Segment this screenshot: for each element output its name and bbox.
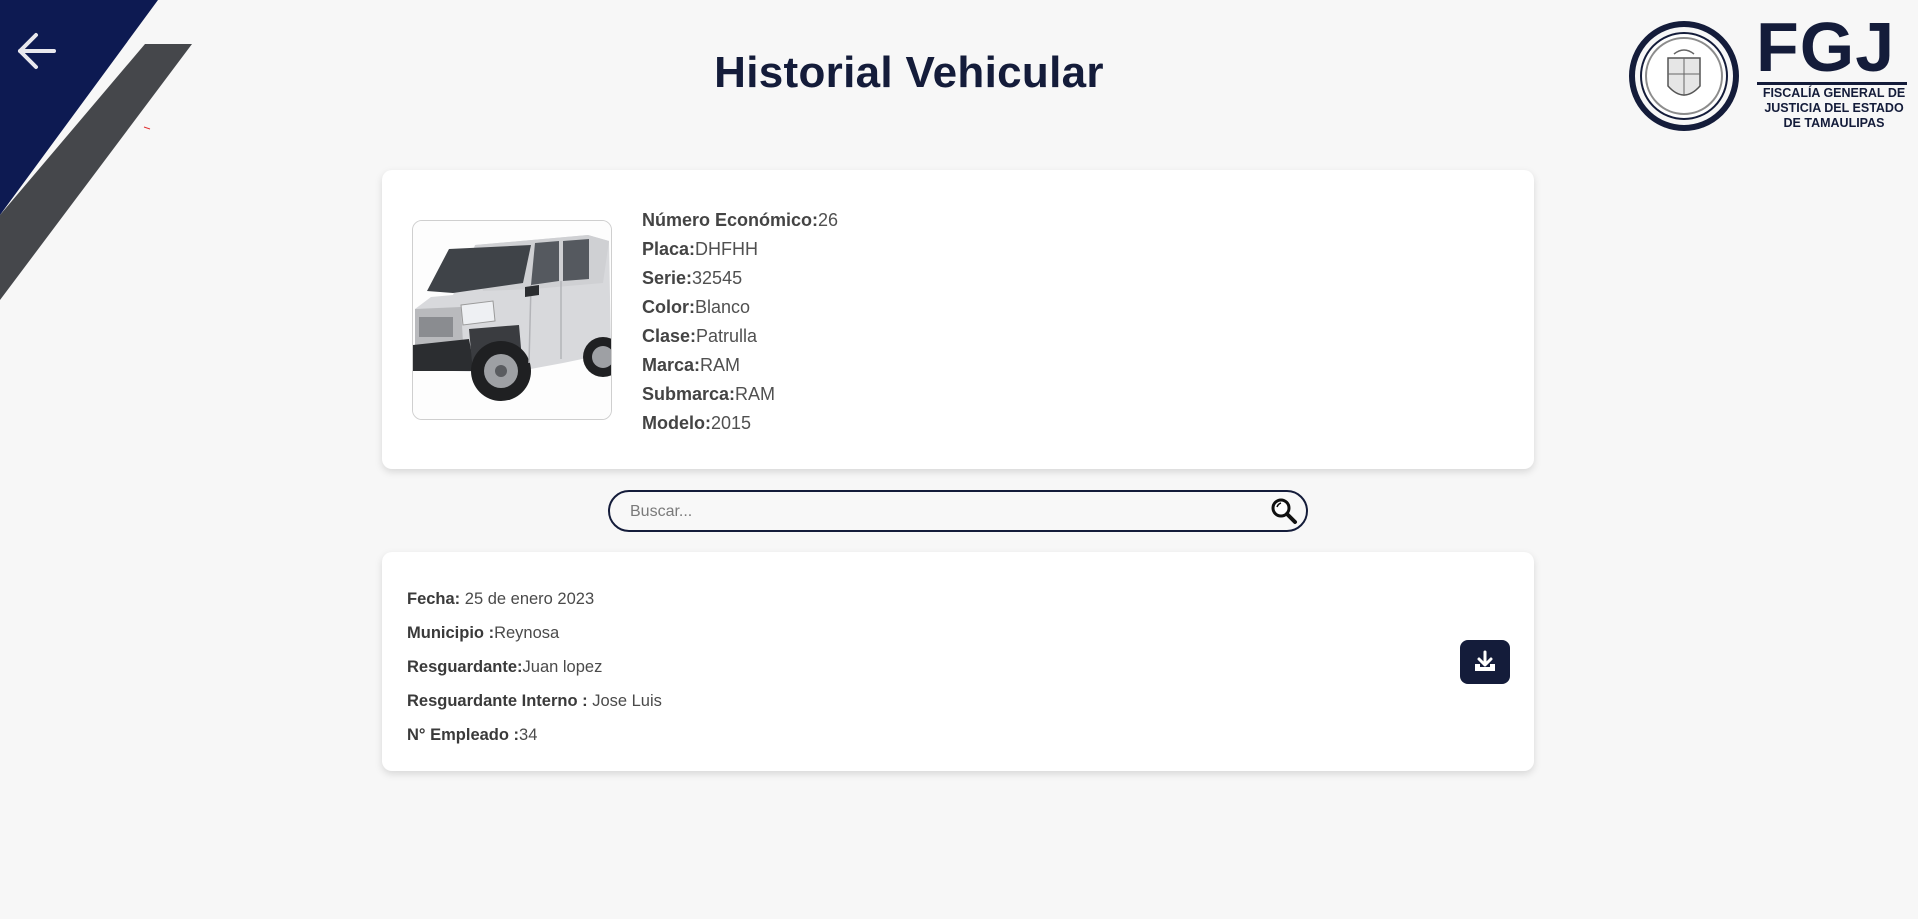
page-title: Historial Vehicular — [714, 48, 1104, 97]
vehicle-details: Número Económico:26 Placa:DHFHH Serie:32… — [642, 206, 838, 438]
search-input[interactable] — [628, 494, 1232, 530]
logo-subtitle-line: FISCALÍA GENERAL DE — [1762, 86, 1906, 100]
detail-serie: Serie:32545 — [642, 264, 838, 293]
record-value: 34 — [519, 726, 538, 744]
pickup-truck-image — [413, 221, 611, 419]
record-label: Resguardante Interno : — [407, 692, 588, 710]
history-record: Fecha: 25 de enero 2023 Municipio :Reyno… — [407, 582, 662, 752]
search-icon — [1271, 498, 1297, 524]
logo-subtitle-line: JUSTICIA DEL ESTADO — [1764, 101, 1904, 115]
detail-value: RAM — [735, 384, 776, 404]
detail-value: Patrulla — [696, 326, 758, 346]
detail-marca: Marca:RAM — [642, 351, 838, 380]
detail-value: DHFHH — [695, 239, 759, 259]
detail-label: Marca: — [642, 355, 701, 375]
logo-subtitle-line: DE TAMAULIPAS — [1783, 116, 1885, 130]
record-fecha: Fecha: 25 de enero 2023 — [407, 582, 662, 616]
fgj-logo: FGJ FISCALÍA GENERAL DE JUSTICIA DEL EST… — [1628, 12, 1910, 133]
record-label: Resguardante: — [407, 658, 523, 676]
detail-value: 2015 — [711, 413, 752, 433]
detail-value: Blanco — [695, 297, 751, 317]
vehicle-info-card: Número Económico:26 Placa:DHFHH Serie:32… — [382, 170, 1534, 469]
detail-value: 32545 — [692, 268, 743, 288]
detail-modelo: Modelo:2015 — [642, 409, 838, 438]
detail-value: 26 — [818, 210, 839, 230]
detail-label: Submarca: — [642, 384, 736, 404]
detail-label: Número Económico: — [642, 210, 819, 230]
logo-divider — [1757, 82, 1907, 85]
history-record-card: Fecha: 25 de enero 2023 Municipio :Reyno… — [382, 552, 1534, 771]
record-value: 25 de enero 2023 — [460, 590, 595, 608]
detail-label: Clase: — [642, 326, 697, 346]
logo-wordmark: FGJ — [1756, 8, 1896, 86]
detail-label: Color: — [642, 297, 695, 317]
seal-icon — [1629, 21, 1739, 131]
detail-clase: Clase:Patrulla — [642, 322, 838, 351]
record-value: Jose Luis — [587, 692, 662, 710]
detail-placa: Placa:DHFHH — [642, 235, 838, 264]
record-label: Municipio : — [407, 624, 495, 642]
detail-label: Placa: — [642, 239, 696, 259]
detail-numero-economico: Número Económico:26 — [642, 206, 838, 235]
download-button[interactable] — [1460, 640, 1510, 684]
search-button[interactable] — [1270, 497, 1298, 525]
record-resguardante: Resguardante:Juan lopez — [407, 650, 662, 684]
detail-value: RAM — [700, 355, 741, 375]
detail-label: Modelo: — [642, 413, 711, 433]
record-value: Reynosa — [494, 624, 560, 642]
record-resguardante-interno: Resguardante Interno : Jose Luis — [407, 684, 662, 718]
record-value: Juan lopez — [522, 658, 603, 676]
download-icon — [1475, 650, 1495, 671]
record-label: N° Empleado : — [407, 726, 520, 744]
record-municipio: Municipio :Reynosa — [407, 616, 662, 650]
detail-label: Serie: — [642, 268, 693, 288]
search-bar — [608, 490, 1308, 532]
vehicle-photo — [412, 220, 612, 420]
detail-submarca: Submarca:RAM — [642, 380, 838, 409]
detail-color: Color:Blanco — [642, 293, 838, 322]
record-label: Fecha: — [407, 590, 461, 608]
logo-subtitle: FISCALÍA GENERAL DE JUSTICIA DEL ESTADO … — [1754, 86, 1914, 131]
record-numero-empleado: N° Empleado :34 — [407, 718, 662, 752]
